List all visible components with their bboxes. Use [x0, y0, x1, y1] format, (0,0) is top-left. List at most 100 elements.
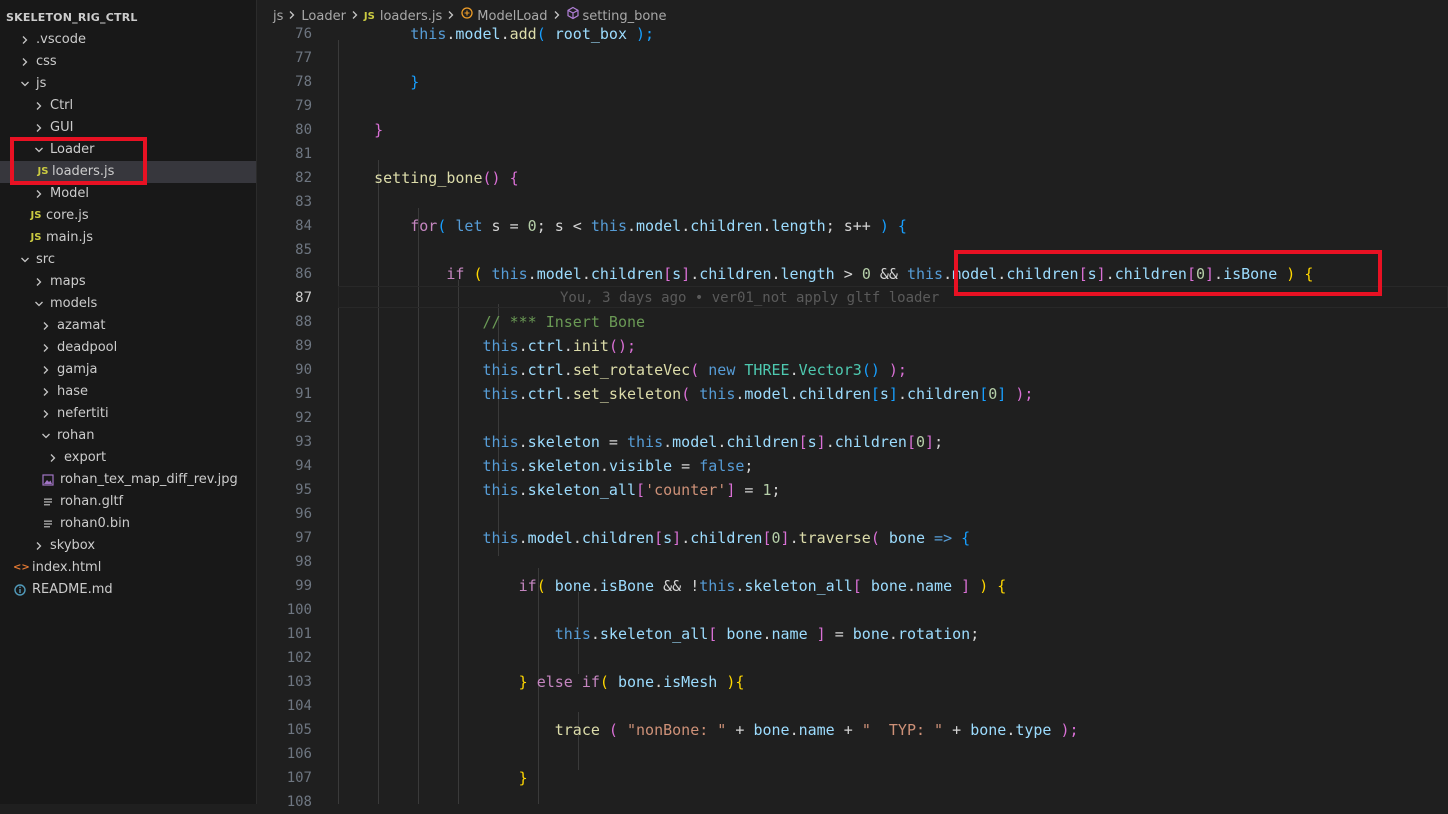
- code-token: name: [798, 721, 835, 739]
- code-line[interactable]: 105 trace ( "nonBone: " + bone.name + " …: [258, 718, 1448, 742]
- line-number: 108: [286, 794, 312, 810]
- code-line[interactable]: 79: [258, 94, 1448, 118]
- code-token: }: [410, 73, 420, 91]
- code-line[interactable]: 78 }: [258, 70, 1448, 94]
- code-line[interactable]: 99 if( bone.isBone && !this.skeleton_all…: [258, 574, 1448, 598]
- tree-item-models[interactable]: models: [0, 293, 256, 315]
- code-token: .: [654, 673, 664, 691]
- chevron-right-icon: [31, 271, 47, 293]
- code-token: .: [789, 385, 799, 403]
- tree-item-js[interactable]: js: [0, 73, 256, 95]
- code-line[interactable]: 108: [258, 790, 1448, 814]
- code-line[interactable]: 89 this.ctrl.init();: [258, 334, 1448, 358]
- code-token: else: [536, 673, 573, 691]
- tree-item-core-js[interactable]: JS core.js: [0, 205, 256, 227]
- tree-item-rohan[interactable]: rohan: [0, 425, 256, 447]
- code-token: ();: [608, 337, 637, 355]
- code-token: (): [482, 169, 510, 187]
- tree-item-nefertiti[interactable]: nefertiti: [0, 403, 256, 425]
- code-line[interactable]: 95 this.skeleton_all['counter'] = 1;: [258, 478, 1448, 502]
- code-token: skeleton_all: [527, 481, 637, 499]
- tree-item-model[interactable]: Model: [0, 183, 256, 205]
- tree-item-label: js: [36, 76, 47, 91]
- code-token: .: [627, 217, 637, 235]
- code-line[interactable]: 93 this.skeleton = this.model.children[s…: [258, 430, 1448, 454]
- tree-item-gamja[interactable]: gamja: [0, 359, 256, 381]
- code-line[interactable]: 83: [258, 190, 1448, 214]
- code-line[interactable]: 84 for( let s = 0; s < this.model.childr…: [258, 214, 1448, 238]
- code-token: children: [690, 217, 763, 235]
- line-number: 76: [295, 26, 312, 42]
- tree-item-vscode[interactable]: .vscode: [0, 29, 256, 51]
- code-token: [: [762, 529, 772, 547]
- tree-item-readme-md[interactable]: README.md: [0, 579, 256, 601]
- tree-item-ctrl[interactable]: Ctrl: [0, 95, 256, 117]
- tree-item-css[interactable]: css: [0, 51, 256, 73]
- code-line[interactable]: 82 setting_bone() {: [258, 166, 1448, 190]
- code-token: THREE: [744, 361, 790, 379]
- code-token: add: [509, 25, 537, 43]
- code-line[interactable]: 94 this.skeleton.visible = false;: [258, 454, 1448, 478]
- tree-item-rohan-tex-map-diff-rev-jpg[interactable]: rohan_tex_map_diff_rev.jpg: [0, 469, 256, 491]
- code-line[interactable]: 88 // *** Insert Bone: [258, 310, 1448, 334]
- explorer-root-title[interactable]: SKELETON_RIG_CTRL: [6, 11, 138, 24]
- line-number: 78: [295, 74, 312, 90]
- code-token: .: [581, 265, 591, 283]
- code-line[interactable]: 106: [258, 742, 1448, 766]
- line-number: 83: [295, 194, 312, 210]
- code-line[interactable]: 92: [258, 406, 1448, 430]
- tree-item-azamat[interactable]: azamat: [0, 315, 256, 337]
- code-line[interactable]: 104: [258, 694, 1448, 718]
- line-number: 82: [295, 170, 312, 186]
- code-line[interactable]: 103 } else if( bone.isMesh ){: [258, 670, 1448, 694]
- code-line[interactable]: 98: [258, 550, 1448, 574]
- tree-item-gui[interactable]: GUI: [0, 117, 256, 139]
- tree-item-maps[interactable]: maps: [0, 271, 256, 293]
- code-line[interactable]: 81: [258, 142, 1448, 166]
- code-token: s: [672, 265, 682, 283]
- tree-item-skybox[interactable]: skybox: [0, 535, 256, 557]
- code-line[interactable]: 96: [258, 502, 1448, 526]
- code-editor: js Loader JS loaders.js ModelLoad setting_bon…: [258, 0, 1448, 810]
- code-line[interactable]: 107 }: [258, 766, 1448, 790]
- code-token: name: [771, 625, 808, 643]
- code-token: ctrl: [527, 337, 564, 355]
- code-line[interactable]: 101 this.skeleton_all[ bone.name ] = bon…: [258, 622, 1448, 646]
- chevron-down-icon: [38, 425, 54, 447]
- code-text: this.model.add( root_box );: [338, 22, 654, 46]
- code-token: this: [482, 433, 519, 451]
- code-token: ]: [997, 385, 1007, 403]
- code-line[interactable]: 77: [258, 46, 1448, 70]
- code-line[interactable]: 91 this.ctrl.set_skeleton( this.model.ch…: [258, 382, 1448, 406]
- code-token: {: [997, 577, 1007, 595]
- code-token: Vector3: [798, 361, 862, 379]
- tree-item-deadpool[interactable]: deadpool: [0, 337, 256, 359]
- code-token: .: [690, 265, 700, 283]
- code-line[interactable]: 90 this.ctrl.set_rotateVec( new THREE.Ve…: [258, 358, 1448, 382]
- code-token: set_skeleton: [572, 385, 682, 403]
- code-token: }: [518, 673, 528, 691]
- code-token: length: [780, 265, 835, 283]
- tree-item-main-js[interactable]: JS main.js: [0, 227, 256, 249]
- code-line[interactable]: 97 this.model.children[s].children[0].tr…: [258, 526, 1448, 550]
- chevron-right-icon: [38, 337, 54, 359]
- code-line[interactable]: 100: [258, 598, 1448, 622]
- tree-item-rohan-gltf[interactable]: rohan.gltf: [0, 491, 256, 513]
- tree-item-src[interactable]: src: [0, 249, 256, 271]
- code-line[interactable]: 102: [258, 646, 1448, 670]
- code-token: .: [717, 433, 727, 451]
- code-token: {: [961, 529, 971, 547]
- code-token: .: [590, 577, 600, 595]
- code-token: skeleton: [527, 457, 600, 475]
- code-line[interactable]: 76 this.model.add( root_box );: [258, 22, 1448, 46]
- tree-item-export[interactable]: export: [0, 447, 256, 469]
- tree-item-rohan0-bin[interactable]: rohan0.bin: [0, 513, 256, 535]
- tree-item-index-html[interactable]: <> index.html: [0, 557, 256, 579]
- code-line[interactable]: 80 }: [258, 118, 1448, 142]
- code-token: ): [717, 673, 736, 691]
- tree-item-hase[interactable]: hase: [0, 381, 256, 403]
- tree-item-label: core.js: [46, 208, 89, 223]
